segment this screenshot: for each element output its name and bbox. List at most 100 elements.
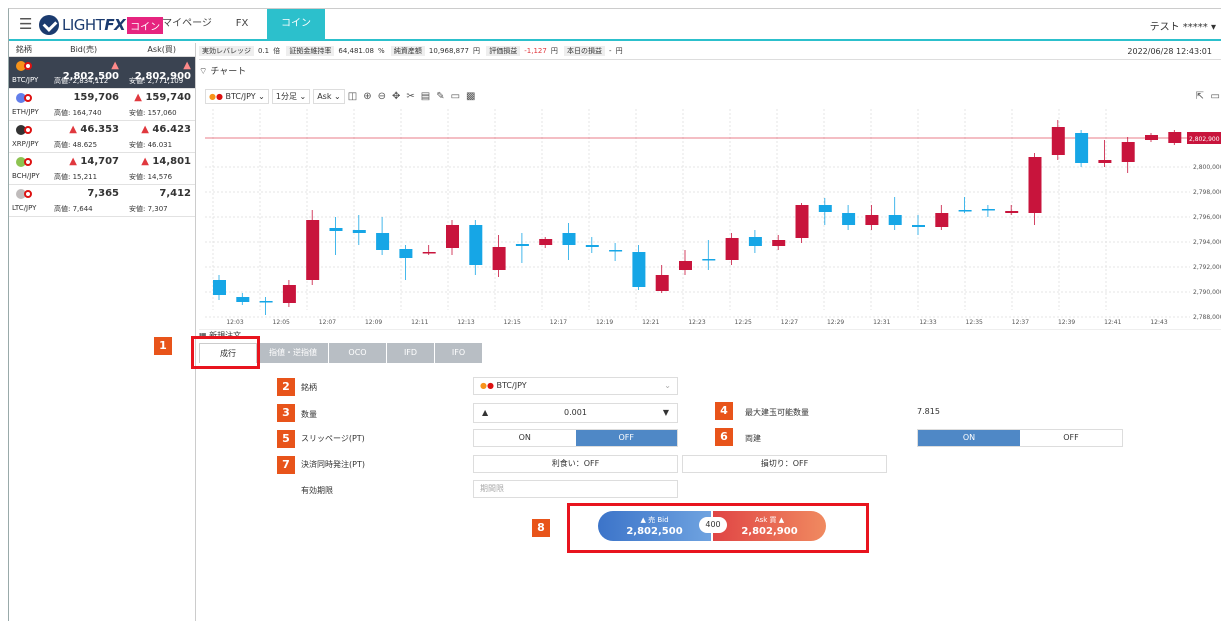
account-stats: 実効レバレッジ 0.1 倍 証拠金維持率 64,481.08% 純資産額 10,968,… <box>199 43 1221 60</box>
col-ask: Ask(買) <box>147 45 176 54</box>
hedge-off[interactable]: OFF <box>1020 430 1122 446</box>
annotation-6: 6 <box>715 428 733 446</box>
x-tick-label: 12:27 <box>781 319 798 326</box>
bid-price[interactable]: 159,706 <box>59 92 119 103</box>
max-qty-label: 最大建玉可能数量 <box>745 408 809 417</box>
x-tick-label: 12:41 <box>1104 319 1121 326</box>
ask-price[interactable]: ▲ 14,801 <box>129 156 191 167</box>
scissors-icon[interactable]: ✂ <box>406 91 414 102</box>
up-arrow-icon: ▲ <box>134 92 142 103</box>
symbol-field[interactable]: ●● BTC/JPY ⌄ <box>473 377 678 395</box>
ask-price[interactable]: ▲ 159,740 <box>129 92 191 103</box>
candle <box>492 247 506 270</box>
annotation-5: 5 <box>277 430 295 448</box>
zoom-in-icon[interactable]: ⊕ <box>363 91 371 102</box>
tab-mypage[interactable]: マイページ <box>157 9 217 39</box>
hedge-on[interactable]: ON <box>918 430 1020 446</box>
increment-icon[interactable]: ▲ <box>482 404 488 422</box>
chart-title-text: チャート <box>210 67 247 77</box>
window-icon[interactable]: ▭ <box>1211 91 1220 102</box>
col-bid: Bid(売) <box>70 45 98 54</box>
x-tick-label: 12:03 <box>226 319 243 326</box>
candle <box>376 233 390 250</box>
up-arrow-icon: ▲ <box>69 124 77 135</box>
jpy-icon: ● <box>486 381 494 390</box>
user-menu[interactable]: テスト ***** ▾ <box>1150 18 1216 33</box>
x-tick-label: 12:21 <box>642 319 659 326</box>
tab-oco[interactable]: OCO <box>329 343 386 363</box>
candle <box>795 205 809 238</box>
candle <box>282 285 296 303</box>
candle <box>935 213 949 227</box>
rate-row[interactable]: XRP/JPY ▲ 46.353 ▲ 46.423 高値: 48.625 安値:… <box>9 121 195 153</box>
user-name: テスト ***** <box>1149 22 1208 33</box>
tab-coin[interactable]: コイン <box>267 9 325 39</box>
bid-price[interactable]: ▲ 46.353 <box>59 124 119 135</box>
up-arrow-icon: ▲ <box>183 60 191 71</box>
net-assets-value: 10,968,877 <box>428 47 469 55</box>
x-tick-label: 12:37 <box>1012 319 1029 326</box>
stop-loss-button[interactable]: 損切り：OFF <box>682 455 887 473</box>
take-profit-button[interactable]: 利食い：OFF <box>473 455 678 473</box>
logo[interactable]: LIGHT FX コイン <box>39 14 164 36</box>
candlestick-chart[interactable]: 2,800,000 2,798,000 2,796,000 2,794,000 2,79… <box>205 105 1221 327</box>
margin-ratio-value: 64,481.08 <box>338 47 375 55</box>
pl-unit: 円 <box>550 47 558 55</box>
tab-limit-stop[interactable]: 指値・逆指値 <box>258 343 328 363</box>
tab-fx[interactable]: FX <box>217 9 267 39</box>
tab-ifd[interactable]: IFD <box>387 343 434 363</box>
rate-row[interactable]: LTC/JPY 7,365 7,412 高値: 7,644 安値: 7,307 <box>9 185 195 217</box>
high-value: 高値: 48.625 <box>54 141 98 149</box>
bid-price[interactable]: 7,365 <box>59 188 119 199</box>
symbol-field-text: BTC/JPY <box>496 381 527 390</box>
candle <box>1028 157 1042 213</box>
annotation-box-8 <box>567 503 869 553</box>
logo-text: LIGHT <box>62 16 105 34</box>
ask-price[interactable]: 7,412 <box>129 188 191 199</box>
expiry-input[interactable]: 期間限 <box>473 480 678 498</box>
btc-icon: ● <box>209 91 216 101</box>
candle-type-icon[interactable]: ◫ <box>348 91 357 102</box>
x-tick-label: 12:25 <box>735 319 752 326</box>
candle <box>725 238 739 260</box>
ask-price[interactable]: ▲ 46.423 <box>129 124 191 135</box>
decrement-icon[interactable]: ▼ <box>663 404 669 422</box>
clipboard-icon[interactable]: ▩ <box>466 91 475 102</box>
trash-icon[interactable]: ▭ <box>451 91 460 102</box>
symbol-select[interactable]: ● ● BTC/JPY ⌄ <box>205 88 269 104</box>
fullscreen-icon[interactable]: ⇱ <box>1196 91 1204 102</box>
side-select[interactable]: Ask ⌄ <box>313 88 345 104</box>
candle <box>609 250 623 252</box>
quantity-stepper[interactable]: ▲ 0.001 ▼ <box>473 403 678 423</box>
bid-value: 46.353 <box>80 124 119 135</box>
pencil-icon[interactable]: ✎ <box>436 91 444 102</box>
x-tick-label: 12:29 <box>827 319 844 326</box>
candle <box>679 261 692 270</box>
hedge-toggle[interactable]: ON OFF <box>917 429 1123 447</box>
tab-ifo[interactable]: IFO <box>435 343 482 363</box>
rate-row[interactable]: ETH/JPY 159,706 ▲ 159,740 高値: 164,740 安値… <box>9 89 195 121</box>
y-tick-label: 2,788,000 <box>1193 314 1221 321</box>
menu-icon[interactable]: ☰ <box>19 15 32 33</box>
interval-select[interactable]: 1分足 ⌄ <box>271 88 311 104</box>
logo-mark <box>39 15 59 35</box>
candle <box>888 215 902 225</box>
x-tick-label: 12:31 <box>873 319 890 326</box>
bid-price[interactable]: ▲ 14,707 <box>59 156 119 167</box>
slippage-on[interactable]: ON <box>474 430 576 446</box>
zoom-out-icon[interactable]: ⊖ <box>378 91 386 102</box>
low-value: 安値: 14,576 <box>129 173 173 181</box>
slippage-toggle[interactable]: ON OFF <box>473 429 678 447</box>
save-icon[interactable]: ▤ <box>421 91 430 102</box>
candle <box>1168 132 1182 143</box>
up-arrow-icon: ▲ <box>69 156 77 167</box>
slippage-off[interactable]: OFF <box>575 430 677 446</box>
move-icon[interactable]: ✥ <box>392 91 400 102</box>
pair-name: BCH/JPY <box>12 172 40 180</box>
rate-row[interactable]: BTC/JPY ▲ 2,802,500 ▲ 2,802,900 高値: 2,83… <box>9 57 195 89</box>
logo-fx: FX <box>104 16 126 34</box>
y-tick-label: 2,792,000 <box>1193 264 1221 271</box>
rate-row[interactable]: BCH/JPY ▲ 14,707 ▲ 14,801 高値: 15,211 安値:… <box>9 153 195 185</box>
x-tick-label: 12:33 <box>919 319 936 326</box>
annotation-8: 8 <box>532 519 550 537</box>
